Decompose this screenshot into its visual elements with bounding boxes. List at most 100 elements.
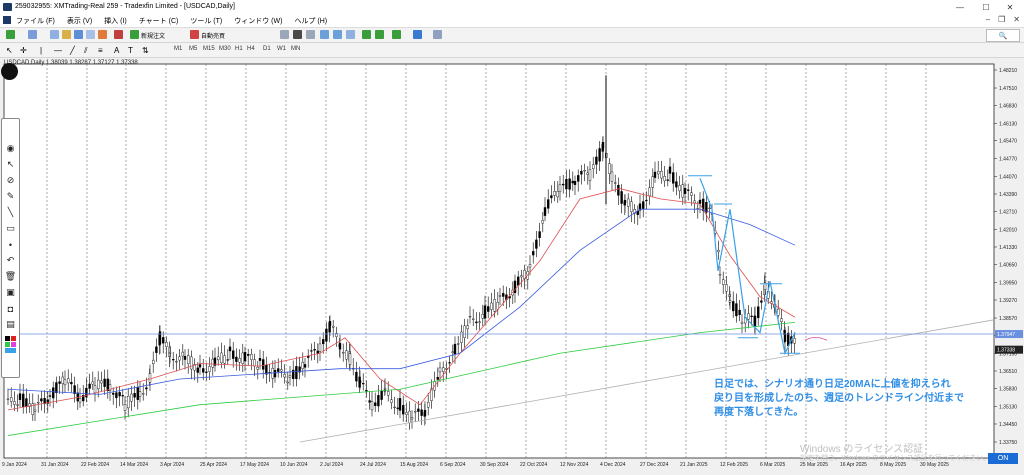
trendline-icon[interactable]: ╱ — [70, 46, 75, 55]
candle-body — [466, 325, 469, 330]
tf-m5[interactable]: M5 — [189, 46, 197, 52]
candle-body — [313, 349, 316, 351]
tf-w1[interactable]: W1 — [277, 46, 286, 52]
templates-icon[interactable] — [433, 30, 442, 39]
magnet-icon[interactable]: ⊘ — [5, 175, 16, 186]
menu-view[interactable]: 表示 (V) — [67, 16, 92, 26]
terminal-icon[interactable] — [86, 30, 95, 39]
candle-body — [396, 407, 399, 409]
bar-chart-icon[interactable] — [280, 30, 289, 39]
zoom-in-icon[interactable] — [320, 30, 329, 39]
bus-icon[interactable]: ▣ — [5, 287, 16, 298]
candle-body — [216, 356, 220, 361]
price-label: 1.36510 — [999, 369, 1017, 375]
new-chart-icon[interactable] — [6, 30, 15, 39]
fibonacci-icon[interactable]: ≡ — [98, 46, 103, 55]
zoom-out-icon[interactable] — [333, 30, 342, 39]
tile-windows-icon[interactable] — [346, 30, 355, 39]
chart-window-icon[interactable] — [3, 16, 11, 24]
eye-icon[interactable]: ◉ — [5, 143, 16, 154]
candle-body — [96, 379, 100, 390]
trash-icon[interactable]: 🗑 — [5, 271, 16, 282]
menu-help[interactable]: ヘルプ (H) — [294, 16, 327, 26]
color-swatch-red[interactable] — [11, 336, 16, 341]
strategy-tester-icon[interactable] — [98, 30, 107, 39]
auto-trade-icon[interactable] — [190, 30, 199, 39]
arrows-icon[interactable]: ⇅ — [142, 46, 149, 55]
profiles-icon[interactable] — [28, 30, 37, 39]
auto-trade-button[interactable]: 自動売買 — [201, 31, 225, 40]
tf-h4[interactable]: H4 — [247, 46, 255, 52]
candle-body — [586, 172, 589, 175]
menu-file[interactable]: ファイル (F) — [16, 16, 55, 26]
candle-body — [481, 314, 484, 319]
color-swatch-green[interactable] — [5, 342, 10, 347]
label-icon[interactable]: T — [128, 46, 133, 55]
menu-window[interactable]: ウィンドウ (W) — [234, 16, 282, 26]
line-chart-icon[interactable] — [306, 30, 315, 39]
data-window-icon[interactable] — [62, 30, 71, 39]
new-order-icon[interactable] — [130, 30, 139, 39]
tf-mn[interactable]: MN — [291, 46, 300, 52]
navigator-icon[interactable] — [74, 30, 83, 39]
tf-m1[interactable]: M1 — [174, 46, 182, 52]
dot-icon[interactable]: • — [5, 239, 16, 250]
line-tool-icon[interactable]: ╲ — [5, 207, 16, 218]
color-swatch-blue[interactable] — [5, 348, 16, 353]
chart-shift-icon[interactable] — [375, 30, 384, 39]
candle-body — [630, 201, 633, 212]
candle-body — [722, 279, 725, 285]
date-label: 9 Jan 2024 — [2, 462, 27, 468]
indicators-icon[interactable] — [392, 30, 401, 39]
menu-charts[interactable]: チャート (C) — [139, 16, 179, 26]
cursor-icon[interactable]: ↖ — [6, 46, 13, 55]
candle-body — [345, 350, 348, 360]
color-swatch-magenta[interactable] — [11, 342, 16, 347]
new-order-button[interactable]: 新規注文 — [141, 31, 165, 40]
autoscroll-icon[interactable] — [362, 30, 371, 39]
mdi-restore-button[interactable]: ❐ — [998, 15, 1005, 24]
maximize-button[interactable]: ☐ — [974, 0, 998, 14]
date-label: 27 Dec 2024 — [640, 462, 669, 468]
meta-editor-icon[interactable] — [114, 30, 123, 39]
channel-icon[interactable]: ⫽ — [84, 46, 88, 56]
search-button[interactable]: 🔍 — [986, 29, 1020, 42]
candle-body — [332, 325, 335, 328]
tf-d1[interactable]: D1 — [263, 46, 271, 52]
close-button[interactable]: ✕ — [998, 0, 1022, 14]
menu-insert[interactable]: 挿入 (I) — [104, 16, 127, 26]
minimize-button[interactable]: — — [948, 0, 972, 14]
color-swatch-black[interactable] — [5, 336, 10, 341]
candle-body — [728, 300, 732, 303]
mdi-minimize-button[interactable]: – — [986, 15, 990, 24]
camera-icon[interactable]: ◘ — [5, 303, 16, 314]
mdi-close-button[interactable]: ✕ — [1013, 15, 1020, 24]
text-icon[interactable]: A — [114, 46, 119, 55]
tf-m30[interactable]: M30 — [219, 46, 231, 52]
candle-body — [358, 380, 362, 384]
vertical-line-icon[interactable]: | — [40, 46, 42, 55]
candle-body — [550, 195, 553, 199]
cursor-icon[interactable]: ↖ — [5, 159, 16, 170]
clipboard-icon[interactable]: ▤ — [5, 319, 16, 330]
horizontal-line-icon[interactable]: — — [54, 46, 62, 55]
candle-body — [73, 385, 76, 394]
undo-icon[interactable]: ↶ — [5, 255, 16, 266]
candle-body — [78, 398, 82, 403]
tf-m15[interactable]: M15 — [203, 46, 215, 52]
candle-body — [111, 392, 115, 395]
menu-tools[interactable]: ツール (T) — [190, 16, 222, 26]
candle-body — [614, 182, 617, 184]
market-watch-icon[interactable] — [50, 30, 59, 39]
candle-body — [528, 264, 532, 268]
candle-body — [100, 380, 103, 384]
candle-body — [228, 346, 232, 352]
pen-icon[interactable]: ✎ — [5, 191, 16, 202]
periods-icon[interactable] — [413, 30, 422, 39]
candle-body — [235, 356, 238, 362]
crosshair-icon[interactable]: ✛ — [20, 46, 27, 55]
ruler-icon[interactable]: ▭ — [5, 223, 16, 234]
candlestick-icon[interactable] — [293, 30, 302, 39]
tf-h1[interactable]: H1 — [235, 46, 243, 52]
candle-body — [725, 284, 728, 292]
